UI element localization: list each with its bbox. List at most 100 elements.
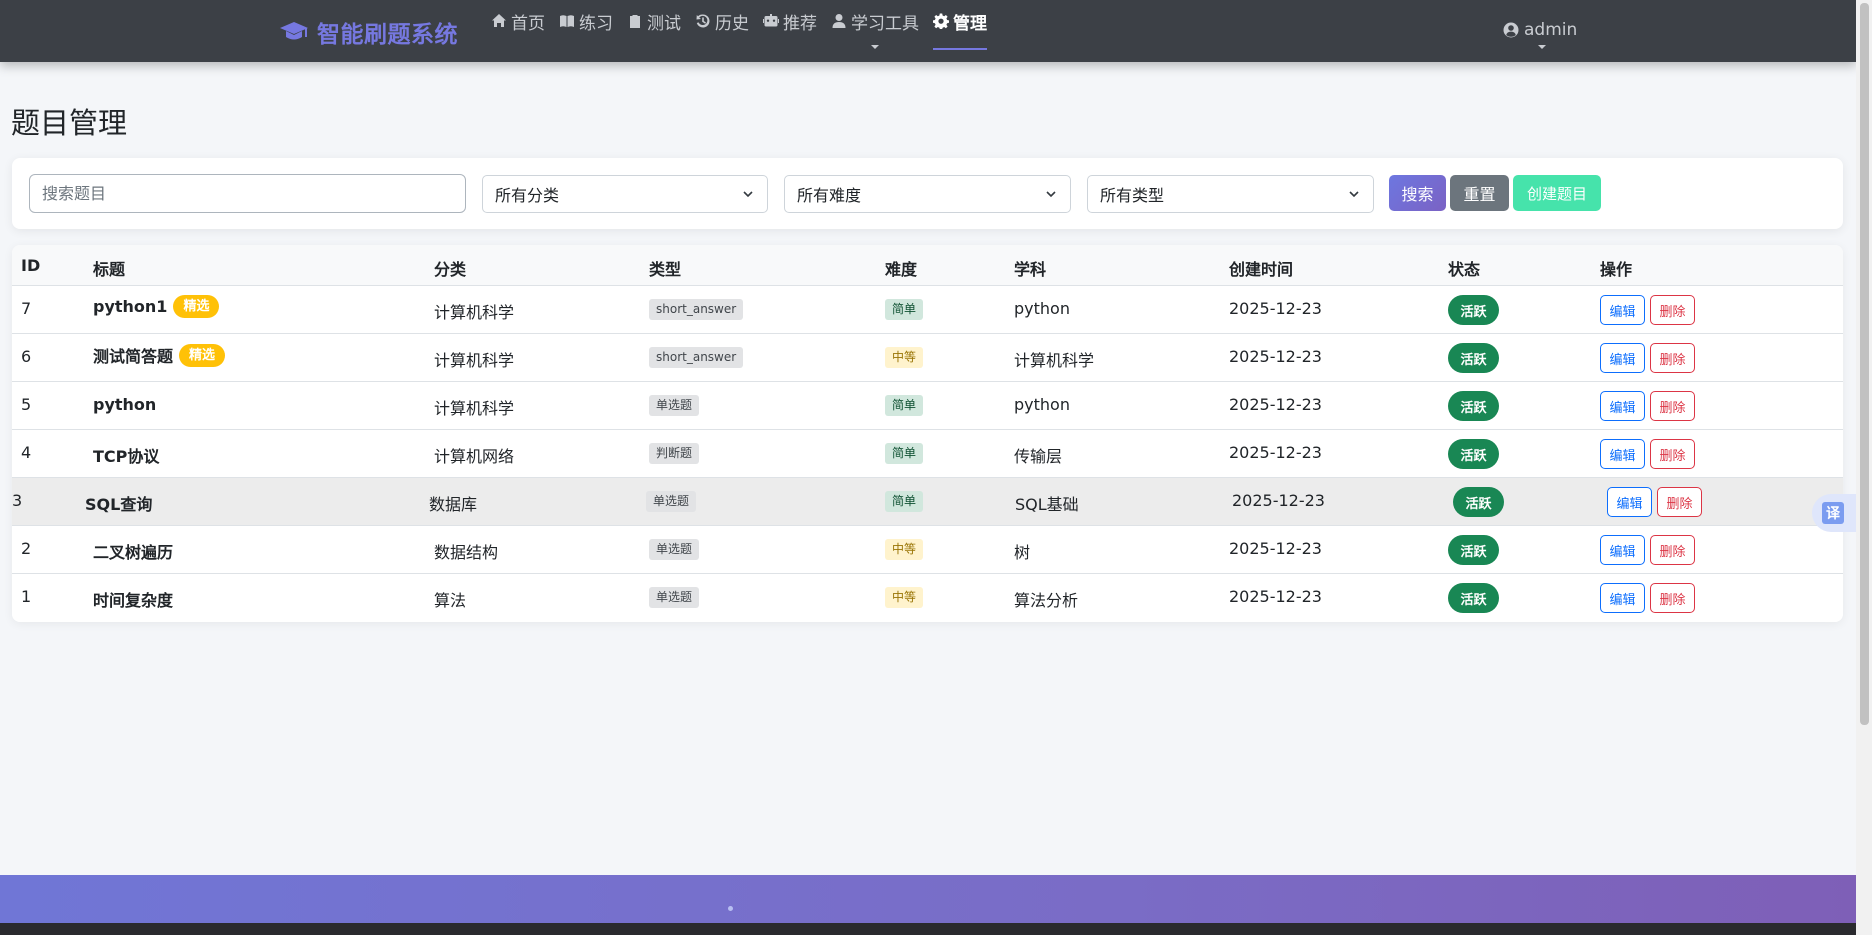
nav-label-history: 历史 <box>715 13 749 34</box>
edit-button[interactable]: 编辑 <box>1600 391 1645 421</box>
row-subject: 传输层 <box>1014 447 1063 466</box>
edit-button[interactable]: 编辑 <box>1607 487 1652 517</box>
table-row: 3 SQL查询 数据库 单选题 简单 SQL基础 2025-12-23 活跃 编… <box>12 478 1843 526</box>
delete-button[interactable]: 删除 <box>1657 487 1702 517</box>
table-row: 7 python1 精选 计算机科学 short_answer 简单 pytho… <box>12 286 1843 334</box>
history-icon <box>696 14 710 28</box>
difficulty-badge: 简单 <box>885 395 924 417</box>
top-navbar: 智能刷题系统 首页 练习 测试 历史 推荐 学习工具 管理 admin <box>0 0 1856 62</box>
footer-bottom-bar <box>0 923 1856 935</box>
row-created: 2025-12-23 <box>1232 491 1325 510</box>
type-badge: 单选题 <box>649 395 700 417</box>
status-badge: 活跃 <box>1448 535 1499 565</box>
edit-button[interactable]: 编辑 <box>1600 583 1645 613</box>
row-created: 2025-12-23 <box>1229 347 1322 366</box>
difficulty-badge: 简单 <box>885 299 924 321</box>
reset-button[interactable]: 重置 <box>1450 175 1509 211</box>
category-select[interactable]: 所有分类 <box>482 175 768 213</box>
featured-badge: 精选 <box>179 343 226 367</box>
edit-button[interactable]: 编辑 <box>1600 439 1645 469</box>
delete-button[interactable]: 删除 <box>1650 343 1695 373</box>
row-title-text: python1 <box>93 297 168 316</box>
row-category: 数据库 <box>429 495 478 514</box>
difficulty-select[interactable]: 所有难度 <box>784 175 1071 213</box>
search-button[interactable]: 搜索 <box>1389 175 1446 211</box>
chevron-down-icon <box>1349 191 1359 198</box>
type-badge: 单选题 <box>649 587 700 609</box>
header-category: 分类 <box>434 260 467 279</box>
chevron-down-icon <box>871 45 879 49</box>
user-menu[interactable]: admin <box>1503 0 1577 62</box>
row-title: SQL查询 <box>85 495 153 514</box>
row-category: 计算机科学 <box>434 399 515 418</box>
row-created: 2025-12-23 <box>1229 539 1322 558</box>
translate-icon: 译 <box>1822 502 1844 524</box>
nav-item-history[interactable]: 历史 <box>688 0 756 62</box>
row-subject: python <box>1014 395 1070 414</box>
type-badge: short_answer <box>649 347 744 369</box>
row-title: python <box>93 395 157 414</box>
user-name: admin <box>1524 20 1578 40</box>
status-badge: 活跃 <box>1448 343 1499 373</box>
edit-button[interactable]: 编辑 <box>1600 535 1645 565</box>
row-subject: SQL基础 <box>1015 495 1079 514</box>
row-created: 2025-12-23 <box>1229 395 1322 414</box>
delete-button[interactable]: 删除 <box>1650 391 1695 421</box>
nav-label-practice: 练习 <box>579 13 613 34</box>
type-badge: 判断题 <box>649 443 700 465</box>
row-title: TCP协议 <box>93 447 160 466</box>
nav-item-manage[interactable]: 管理 <box>926 0 994 62</box>
robot-icon <box>763 14 779 27</box>
status-badge: 活跃 <box>1453 487 1504 517</box>
difficulty-badge: 中等 <box>885 539 924 561</box>
nav-item-practice[interactable]: 练习 <box>552 0 620 62</box>
type-select-value: 所有类型 <box>1100 186 1165 205</box>
header-created: 创建时间 <box>1229 260 1294 279</box>
difficulty-badge: 中等 <box>885 587 924 609</box>
type-badge: 单选题 <box>649 539 700 561</box>
table-row: 5 python 计算机科学 单选题 简单 python 2025-12-23 … <box>12 382 1843 430</box>
home-icon <box>492 14 506 27</box>
nav-item-study-tools[interactable]: 学习工具 <box>824 0 926 62</box>
search-input[interactable] <box>29 174 466 213</box>
delete-button[interactable]: 删除 <box>1650 295 1695 325</box>
edit-button[interactable]: 编辑 <box>1600 295 1645 325</box>
row-subject: 计算机科学 <box>1014 351 1095 370</box>
difficulty-badge: 简单 <box>885 491 924 513</box>
nav-label-home: 首页 <box>511 13 545 34</box>
page-scrollbar[interactable] <box>1856 0 1872 935</box>
nav-item-home[interactable]: 首页 <box>484 0 552 62</box>
row-title: 测试简答题 精选 <box>93 343 226 367</box>
row-title: python1 精选 <box>93 295 220 318</box>
table-row: 4 TCP协议 计算机网络 判断题 简单 传输层 2025-12-23 活跃 编… <box>12 430 1843 478</box>
header-id: ID <box>21 256 41 275</box>
brand-name: 智能刷题系统 <box>317 22 458 48</box>
main-nav: 首页 练习 测试 历史 推荐 学习工具 管理 <box>484 0 994 62</box>
header-type: 类型 <box>649 260 682 279</box>
table-row: 6 测试简答题 精选 计算机科学 short_answer 中等 计算机科学 2… <box>12 334 1843 382</box>
translate-button[interactable]: 译 <box>1812 494 1856 532</box>
create-question-button[interactable]: 创建题目 <box>1513 175 1601 211</box>
chevron-down-icon <box>1538 45 1546 49</box>
delete-button[interactable]: 删除 <box>1650 535 1695 565</box>
page-footer <box>0 875 1856 923</box>
edit-button[interactable]: 编辑 <box>1600 343 1645 373</box>
row-subject: 算法分析 <box>1014 591 1079 610</box>
brand-link[interactable]: 智能刷题系统 <box>279 15 458 49</box>
scrollbar-thumb[interactable] <box>1860 3 1869 725</box>
row-id: 5 <box>21 395 32 414</box>
question-table: ID 标题 分类 类型 难度 学科 创建时间 状态 操作 7 python1 精… <box>12 245 1843 622</box>
nav-item-recommend[interactable]: 推荐 <box>756 0 824 62</box>
row-created: 2025-12-23 <box>1229 587 1322 606</box>
type-select[interactable]: 所有类型 <box>1087 175 1374 213</box>
type-badge: short_answer <box>649 299 744 321</box>
filter-panel: 所有分类 所有难度 所有类型 搜索 重置 创建题目 <box>12 158 1843 229</box>
delete-button[interactable]: 删除 <box>1650 439 1695 469</box>
nav-item-test[interactable]: 测试 <box>620 0 688 62</box>
delete-button[interactable]: 删除 <box>1650 583 1695 613</box>
table-row: 1 时间复杂度 算法 单选题 中等 算法分析 2025-12-23 活跃 编辑 … <box>12 574 1843 622</box>
chevron-down-icon <box>743 191 753 198</box>
chevron-down-icon <box>1046 191 1056 198</box>
graduation-cap-icon <box>280 22 308 40</box>
row-created: 2025-12-23 <box>1229 299 1322 318</box>
